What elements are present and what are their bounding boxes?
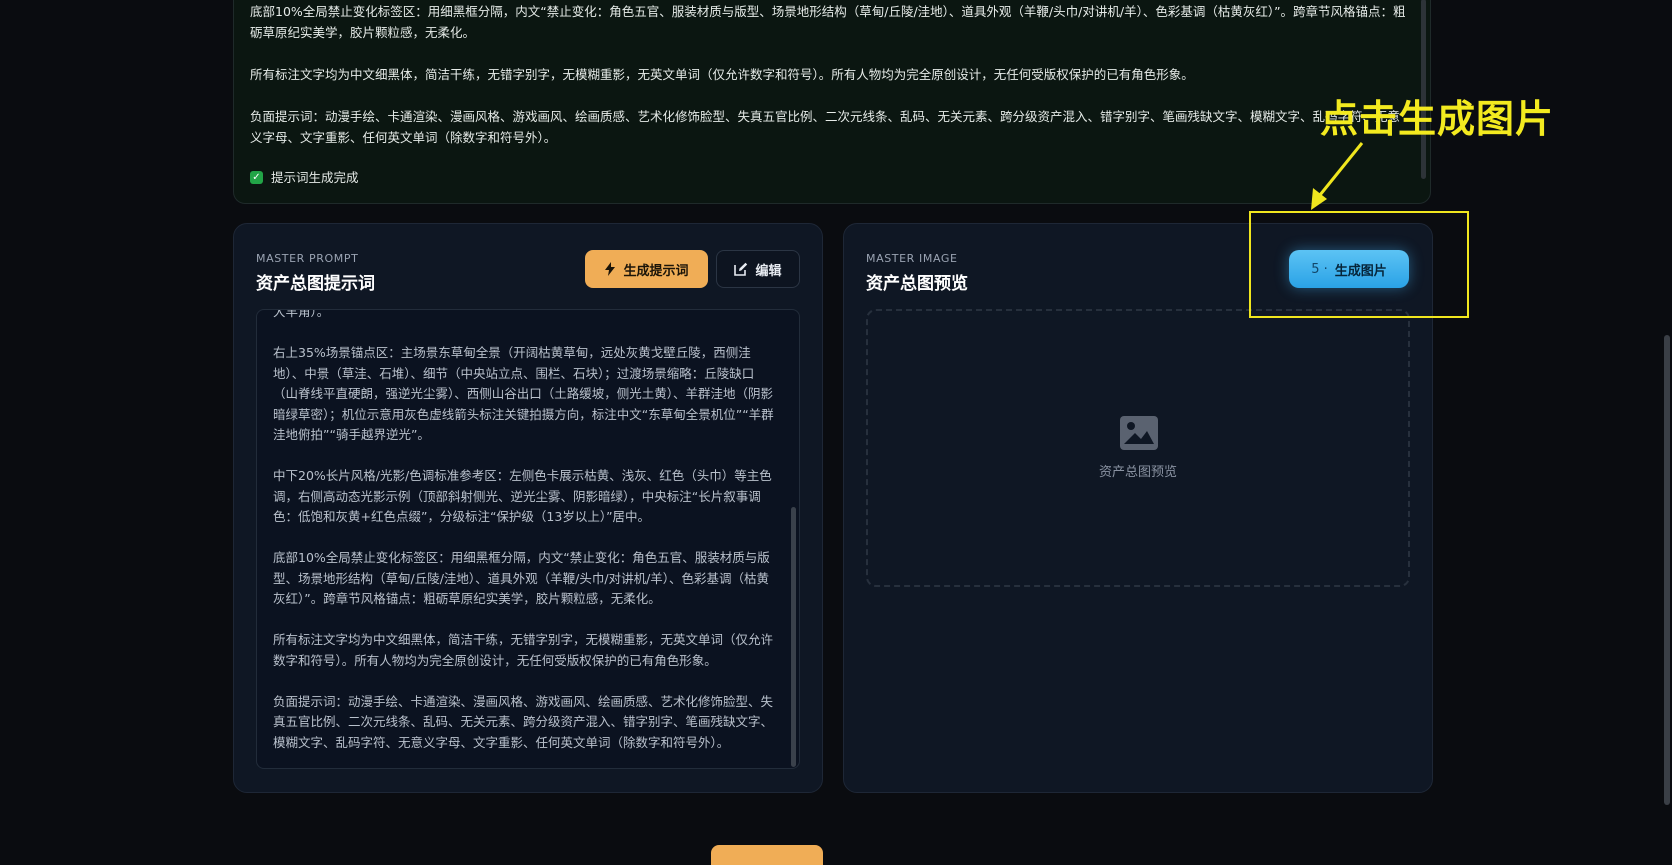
edit-button[interactable]: 编辑 [716, 250, 800, 288]
bolt-icon [605, 262, 616, 276]
card-title: 资产总图预览 [866, 274, 968, 294]
image-icon [1120, 416, 1158, 450]
annotation-text: 点击生成图片 [1320, 97, 1555, 141]
bottom-action-button[interactable] [711, 845, 823, 865]
scrollbar[interactable] [791, 507, 796, 767]
prompt-paragraph: 中下20%长片风格/光影/色调标准参考区：左侧色卡展示枯黄、浅灰、红色（头巾）等… [273, 468, 772, 524]
prompt-paragraph: 底部10%全局禁止变化标签区：用细黑框分隔，内文“禁止变化：角色五官、服装材质与… [273, 550, 770, 606]
master-prompt-card: MASTER PROMPT 资产总图提示词 生成提示词 编辑 大羊角）。 右上3… [233, 223, 823, 793]
prompt-paragraph: 负面提示词：动漫手绘、卡通渲染、漫画风格、游戏画风、绘画质感、艺术化修饰脸型、失… [273, 693, 774, 750]
status-text: 提示词生成完成 [271, 170, 359, 185]
generate-prompt-label: 生成提示词 [623, 263, 689, 279]
status-row: ✓ 提示词生成完成 [250, 167, 1406, 188]
prompt-textarea[interactable]: 大羊角）。 右上35%场景锚点区：主场景东草甸全景（开阔枯黄草甸，远处灰黄戈壁丘… [256, 309, 800, 769]
page-scrollbar[interactable] [1664, 335, 1670, 805]
annotation-highlight-box [1249, 211, 1469, 318]
image-preview-placeholder: 资产总图预览 [866, 309, 1410, 587]
card-eyebrow: MASTER PROMPT [256, 252, 359, 265]
prompt-paragraph: 所有标注文字均为中文细黑体，简洁干练，无错字别字，无模糊重影，无英文单词（仅允许… [273, 632, 774, 668]
card-eyebrow: MASTER IMAGE [866, 252, 958, 265]
card-title: 资产总图提示词 [256, 274, 375, 294]
prompt-paragraph: 大羊角）。 [273, 309, 330, 319]
edit-label: 编辑 [755, 263, 782, 279]
prompt-paragraph: 右上35%场景锚点区：主场景东草甸全景（开阔枯黄草甸，远处灰黄戈壁丘陵，西侧洼地… [273, 345, 774, 442]
check-icon: ✓ [250, 171, 263, 184]
preview-label: 资产总图预览 [1098, 465, 1177, 480]
generate-prompt-button[interactable]: 生成提示词 [585, 250, 708, 288]
prompt-paragraph: 所有标注文字均为中文细黑体，简洁干练，无错字别字，无模糊重影，无英文单词（仅允许… [250, 67, 1194, 82]
edit-icon [734, 262, 748, 276]
prompt-output-panel: 底部10%全局禁止变化标签区：用细黑框分隔，内文“禁止变化：角色五官、服装材质与… [233, 0, 1431, 204]
prompt-paragraph: 负面提示词：动漫手绘、卡通渲染、漫画风格、游戏画风、绘画质感、艺术化修饰脸型、失… [250, 109, 1401, 145]
prompt-paragraph: 底部10%全局禁止变化标签区：用细黑框分隔，内文“禁止变化：角色五官、服装材质与… [250, 4, 1406, 40]
